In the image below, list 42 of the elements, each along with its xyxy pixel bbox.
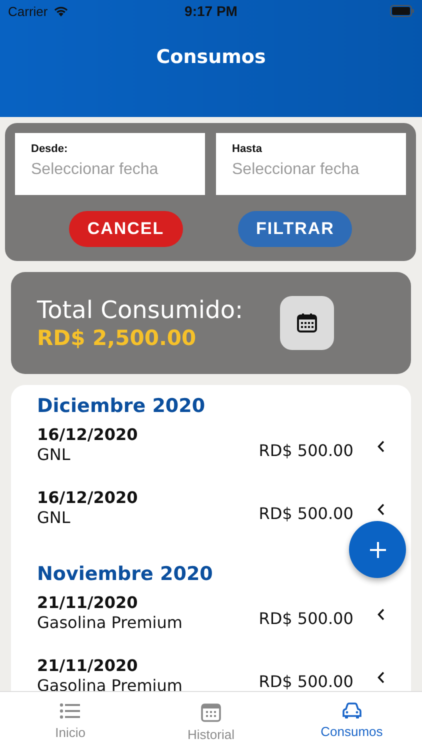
total-label: Total Consumido: xyxy=(37,296,244,324)
date-field[interactable]: Desde: Seleccionar fecha xyxy=(15,133,205,195)
consumption-amount: RD$ 500.00 xyxy=(258,441,354,460)
chevron-left-icon[interactable] xyxy=(377,503,385,516)
field-label: Hasta xyxy=(232,143,263,155)
field-label: Desde: xyxy=(31,143,69,155)
list-icon xyxy=(59,702,82,720)
cancel-button[interactable]: CANCEL xyxy=(68,211,183,247)
calendar-button[interactable] xyxy=(280,296,334,350)
plus-icon xyxy=(368,540,386,558)
total-amount: RD$ 2,500.00 xyxy=(37,326,198,350)
fuel-type: GNL xyxy=(37,508,72,527)
wifi-icon xyxy=(52,5,69,17)
date-input[interactable]: Seleccionar fecha xyxy=(31,161,189,179)
consumption-amount: RD$ 500.00 xyxy=(258,672,354,691)
tab-item[interactable]: Historial xyxy=(140,692,282,750)
calendar-icon xyxy=(296,312,318,334)
calendar-icon xyxy=(201,702,221,722)
carrier-name: Carrier xyxy=(8,4,48,18)
chevron-left-icon[interactable] xyxy=(377,608,385,621)
status-time: 9:17 PM xyxy=(184,3,238,19)
car-icon xyxy=(342,702,362,719)
battery-icon xyxy=(390,5,414,17)
consumption-amount: RD$ 500.00 xyxy=(258,504,354,523)
chevron-left-icon[interactable] xyxy=(377,440,385,453)
screen-title: Consumos xyxy=(156,46,266,68)
consumption-date: 21/11/2020 xyxy=(37,593,139,612)
date-field[interactable]: Hasta Seleccionar fecha xyxy=(216,133,406,195)
month-heading: Noviembre 2020 xyxy=(37,563,214,585)
tab-item[interactable]: Consumos xyxy=(281,692,422,750)
filter-button[interactable]: FILTRAR xyxy=(238,211,352,247)
consumption-date: 16/12/2020 xyxy=(37,488,139,507)
fuel-type: GNL xyxy=(37,445,72,464)
month-heading: Diciembre 2020 xyxy=(37,395,206,417)
consumption-amount: RD$ 500.00 xyxy=(258,609,354,628)
tab-item[interactable]: Inicio xyxy=(0,692,141,750)
date-input[interactable]: Seleccionar fecha xyxy=(232,161,390,179)
consumption-date: 16/12/2020 xyxy=(37,425,139,444)
consumption-date: 21/11/2020 xyxy=(37,656,139,675)
fuel-type: Gasolina Premium xyxy=(37,613,184,632)
chevron-left-icon[interactable] xyxy=(377,671,385,684)
fuel-type: Gasolina Premium xyxy=(37,676,184,691)
